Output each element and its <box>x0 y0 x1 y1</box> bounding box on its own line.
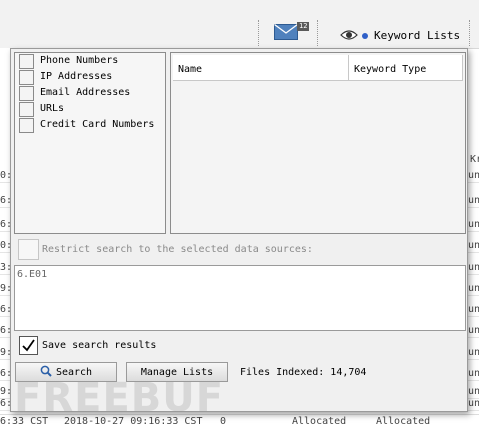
table-cell: Allocated <box>292 416 347 427</box>
list-item-credit-card-numbers[interactable]: Credit Card Numbers <box>15 117 165 133</box>
mail-count-badge: 12 <box>297 22 310 31</box>
checkmark-icon <box>22 339 35 352</box>
keyword-lists-button[interactable]: Keyword Lists <box>374 29 460 42</box>
toolbar-separator <box>469 20 470 46</box>
list-checkbox[interactable] <box>19 118 34 133</box>
list-item-phone-numbers[interactable]: Phone Numbers <box>15 53 165 69</box>
toolbar-separator <box>317 20 318 46</box>
table-cell: un <box>468 386 479 397</box>
eye-icon[interactable] <box>340 29 358 41</box>
watermark-logo: FREEBUF <box>14 375 225 421</box>
data-sources-list[interactable] <box>14 265 466 331</box>
list-item-label: Email Addresses <box>40 87 131 98</box>
list-item-email-addresses[interactable]: Email Addresses <box>15 85 165 101</box>
column-header-fragment: Kr <box>470 154 479 165</box>
table-cell: Allocated <box>376 416 431 427</box>
list-item-label: Phone Numbers <box>40 55 119 66</box>
list-item-ip-addresses[interactable]: IP Addresses <box>15 69 165 85</box>
keyword-lists-box: Phone Numbers IP Addresses Email Address… <box>14 52 166 234</box>
table-cell: un <box>468 368 479 379</box>
keyword-lists-icon <box>362 33 368 39</box>
table-cell: un <box>468 240 479 251</box>
list-checkbox[interactable] <box>19 54 34 69</box>
save-results-label: Save search results <box>42 340 157 351</box>
toolbar-separator <box>258 20 259 46</box>
save-results-checkbox[interactable] <box>19 336 38 355</box>
table-cell: un <box>468 347 479 358</box>
list-checkbox[interactable] <box>19 86 34 101</box>
table-cell: un <box>468 283 479 294</box>
mail-icon[interactable] <box>274 24 298 40</box>
list-item-label: Credit Card Numbers <box>40 119 155 130</box>
table-cell: un <box>468 219 479 230</box>
list-item-label: IP Addresses <box>40 71 113 82</box>
table-cell: un <box>468 304 479 315</box>
table-cell: un <box>468 325 479 336</box>
column-header-keyword-type[interactable]: Keyword Type <box>349 55 463 81</box>
table-cell: un <box>468 170 479 181</box>
files-indexed-status: Files Indexed: 14,704 <box>240 367 367 378</box>
list-item-urls[interactable]: URLs <box>15 101 165 117</box>
restrict-search-label: Restrict search to the selected data sou… <box>42 244 313 255</box>
list-checkbox[interactable] <box>19 102 34 117</box>
list-checkbox[interactable] <box>19 70 34 85</box>
restrict-search-checkbox[interactable] <box>18 239 39 260</box>
data-source-item[interactable]: 6.E01 <box>17 269 47 280</box>
table-cell: un <box>468 398 479 409</box>
table-cell: un <box>468 262 479 273</box>
column-header-name[interactable]: Name <box>173 55 349 81</box>
table-cell: un <box>468 195 479 206</box>
keywords-table: Name Keyword Type <box>170 52 466 234</box>
list-item-label: URLs <box>40 103 65 114</box>
